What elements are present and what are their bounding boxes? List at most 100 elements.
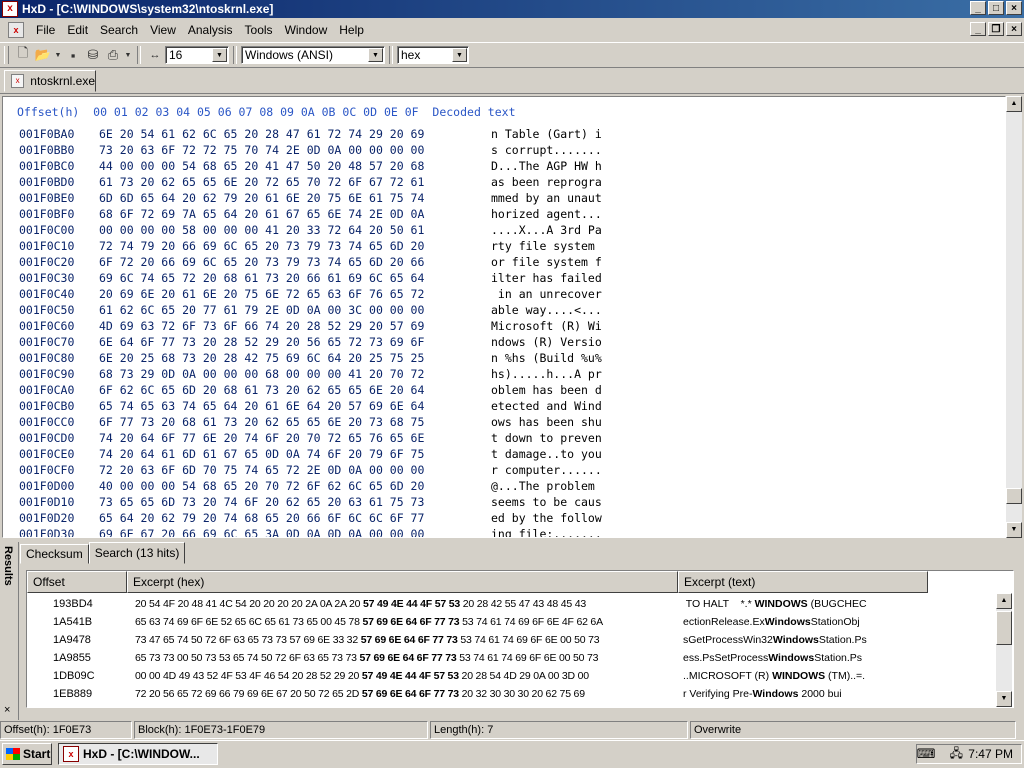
hex-row-offset[interactable]: 001F0C00 — [19, 223, 99, 237]
hex-row-text[interactable]: mmed by an unaut — [491, 191, 602, 205]
result-excerpt-text[interactable]: sGetProcessWin32WindowsStation.Ps — [678, 631, 988, 649]
close-button[interactable]: × — [1006, 1, 1022, 15]
hex-row-text[interactable]: ....X...A 3rd Pa — [491, 223, 602, 237]
hex-row-bytes[interactable]: 68 6F 72 69 7A 65 64 20 61 67 65 6E 74 2… — [99, 207, 491, 221]
hex-row[interactable]: 001F0BF0 68 6F 72 69 7A 65 64 20 61 67 65… — [19, 207, 602, 223]
hex-row-text[interactable]: in an unrecover — [491, 287, 602, 301]
search-result-row[interactable]: 193BD4 20 54 4F 20 48 41 4C 54 20 20 20 2… — [27, 595, 988, 613]
start-button[interactable]: Start — [2, 743, 52, 765]
hex-row-bytes[interactable]: 6E 64 6F 77 73 20 28 52 29 20 56 65 72 7… — [99, 335, 491, 349]
hex-row-offset[interactable]: 001F0CE0 — [19, 447, 99, 461]
hex-row[interactable]: 001F0C90 68 73 29 0D 0A 00 00 00 68 00 00… — [19, 367, 602, 383]
hex-row-bytes[interactable]: 6F 77 73 20 68 61 73 20 62 65 65 6E 20 7… — [99, 415, 491, 429]
new-file-icon[interactable]: 🗋 — [13, 45, 33, 65]
menu-edit[interactable]: Edit — [61, 21, 94, 39]
hex-row[interactable]: 001F0CE0 74 20 64 61 6D 61 67 65 0D 0A 74… — [19, 447, 602, 463]
search-results-list[interactable]: Offset Excerpt (hex) Excerpt (text) 193B… — [26, 570, 1014, 708]
hex-row-offset[interactable]: 001F0BC0 — [19, 159, 99, 173]
hex-row[interactable]: 001F0C50 61 62 6C 65 20 77 61 79 2E 0D 0A… — [19, 303, 602, 319]
hex-row-bytes[interactable]: 6D 6D 65 64 20 62 79 20 61 6E 20 75 6E 6… — [99, 191, 491, 205]
hex-row-offset[interactable]: 001F0CC0 — [19, 415, 99, 429]
hex-row[interactable]: 001F0C40 20 69 6E 20 61 6E 20 75 6E 72 65… — [19, 287, 602, 303]
hex-row-bytes[interactable]: 65 64 20 62 79 20 74 68 65 20 66 6F 6C 6… — [99, 511, 491, 525]
result-offset[interactable]: 1DB09C — [27, 667, 127, 685]
hex-row-text[interactable]: Microsoft (R) Wi — [491, 319, 602, 333]
column-excerpt-text[interactable]: Excerpt (text) — [678, 571, 928, 593]
dropdown-arrow-icon[interactable]: ▼ — [53, 45, 63, 65]
hex-row-offset[interactable]: 001F0C20 — [19, 255, 99, 269]
hxd-app-icon[interactable]: x — [2, 1, 18, 17]
chevron-down-icon[interactable]: ▼ — [212, 48, 227, 62]
hex-row[interactable]: 001F0C00 00 00 00 00 58 00 00 00 41 20 33… — [19, 223, 602, 239]
status-mode[interactable]: Overwrite — [690, 721, 1016, 739]
hex-row[interactable]: 001F0D00 40 00 00 00 54 68 65 20 70 72 6F… — [19, 479, 602, 495]
hex-row-bytes[interactable]: 69 6C 74 65 72 20 68 61 73 20 66 61 69 6… — [99, 271, 491, 285]
result-excerpt-text[interactable]: TO HALT *.* WINDOWS (BUGCHEC — [678, 595, 988, 613]
hex-row-offset[interactable]: 001F0BB0 — [19, 143, 99, 157]
hex-editor[interactable]: Offset(h) 00 01 02 03 04 05 06 07 08 09 … — [2, 96, 1006, 538]
taskbar-item-hxd[interactable]: x HxD - [C:\WINDOW... — [58, 743, 218, 765]
scroll-thumb[interactable] — [996, 611, 1012, 645]
hex-row[interactable]: 001F0BB0 73 20 63 6F 72 72 75 70 74 2E 0D… — [19, 143, 602, 159]
hex-row-bytes[interactable]: 6E 20 54 61 62 6C 65 20 28 47 61 72 74 2… — [99, 127, 491, 141]
hex-row-offset[interactable]: 001F0D30 — [19, 527, 99, 537]
hex-row-bytes[interactable]: 72 74 79 20 66 69 6C 65 20 73 79 73 74 6… — [99, 239, 491, 253]
hex-row-text[interactable]: etected and Wind — [491, 399, 602, 413]
hex-row[interactable]: 001F0C70 6E 64 6F 77 73 20 28 52 29 20 56… — [19, 335, 602, 351]
bytes-per-row-select[interactable]: 16 ▼ — [165, 46, 229, 64]
hex-row[interactable]: 001F0D10 73 65 65 6D 73 20 74 6F 20 62 65… — [19, 495, 602, 511]
result-excerpt-hex[interactable]: 00 00 4D 49 43 52 4F 53 4F 46 54 20 28 5… — [127, 667, 678, 685]
hex-row[interactable]: 001F0CB0 65 74 65 63 74 65 64 20 61 6E 64… — [19, 399, 602, 415]
hex-row[interactable]: 001F0C30 69 6C 74 65 72 20 68 61 73 20 66… — [19, 271, 602, 287]
hex-row[interactable]: 001F0D20 65 64 20 62 79 20 74 68 65 20 66… — [19, 511, 602, 527]
hex-row-offset[interactable]: 001F0BD0 — [19, 175, 99, 189]
hex-row-bytes[interactable]: 6F 62 6C 65 6D 20 68 61 73 20 62 65 65 6… — [99, 383, 491, 397]
hex-row-offset[interactable]: 001F0CF0 — [19, 463, 99, 477]
search-result-row[interactable]: 1A9855 65 73 73 00 50 73 53 65 74 50 72 6… — [27, 649, 988, 667]
maximize-button[interactable]: □ — [988, 1, 1004, 15]
search-result-row[interactable]: 1A9478 73 47 65 74 50 72 6F 63 65 73 73 5… — [27, 631, 988, 649]
result-excerpt-hex[interactable]: 73 47 65 74 50 72 6F 63 65 73 73 57 69 6… — [127, 631, 678, 649]
hex-row[interactable]: 001F0D30 69 6E 67 20 66 69 6C 65 3A 0D 0A… — [19, 527, 602, 537]
result-excerpt-hex[interactable]: 20 54 4F 20 48 41 4C 54 20 20 20 20 2A 0… — [127, 595, 678, 613]
hex-row-offset[interactable]: 001F0C30 — [19, 271, 99, 285]
hex-row-bytes[interactable]: 6F 72 20 66 69 6C 65 20 73 79 73 74 65 6… — [99, 255, 491, 269]
tab-ntoskrnl[interactable]: x ntoskrnl.exe — [4, 70, 96, 92]
scroll-down-arrow-icon[interactable]: ▼ — [1006, 522, 1022, 538]
hex-row-text[interactable]: horized agent... — [491, 207, 602, 221]
hex-row-bytes[interactable]: 74 20 64 61 6D 61 67 65 0D 0A 74 6F 20 7… — [99, 447, 491, 461]
hex-row[interactable]: 001F0BA0 6E 20 54 61 62 6C 65 20 28 47 61… — [19, 127, 602, 143]
hex-row-offset[interactable]: 001F0CB0 — [19, 399, 99, 413]
hex-row-bytes[interactable]: 61 62 6C 65 20 77 61 79 2E 0D 0A 00 3C 0… — [99, 303, 491, 317]
hex-row-bytes[interactable]: 40 00 00 00 54 68 65 20 70 72 6F 62 6C 6… — [99, 479, 491, 493]
hex-row-offset[interactable]: 001F0D00 — [19, 479, 99, 493]
close-icon[interactable]: × — [4, 704, 10, 716]
open-folder-icon[interactable]: 📂 — [33, 45, 53, 65]
hex-row[interactable]: 001F0CF0 72 20 63 6F 6D 70 75 74 65 72 2E… — [19, 463, 602, 479]
hex-row-text[interactable]: r computer...... — [491, 463, 602, 477]
hex-row-offset[interactable]: 001F0C40 — [19, 287, 99, 301]
hex-row-offset[interactable]: 001F0BE0 — [19, 191, 99, 205]
hex-row[interactable]: 001F0CC0 6F 77 73 20 68 61 73 20 62 65 65… — [19, 415, 602, 431]
hex-row[interactable]: 001F0CD0 74 20 64 6F 77 6E 20 74 6F 20 70… — [19, 431, 602, 447]
hex-row-text[interactable]: as been reprogra — [491, 175, 602, 189]
hex-row-text[interactable]: ilter has failed — [491, 271, 602, 285]
column-excerpt-hex[interactable]: Excerpt (hex) — [127, 571, 678, 593]
hex-row[interactable]: 001F0CA0 6F 62 6C 65 6D 20 68 61 73 20 62… — [19, 383, 602, 399]
hex-row-bytes[interactable]: 73 20 63 6F 72 72 75 70 74 2E 0D 0A 00 0… — [99, 143, 491, 157]
tab-search-hits[interactable]: Search (13 hits) — [88, 542, 186, 564]
result-excerpt-hex[interactable]: 65 73 73 00 50 73 53 65 74 50 72 6F 63 6… — [127, 649, 678, 667]
document-icon[interactable]: x — [8, 22, 24, 38]
result-excerpt-text[interactable]: ..MICROSOFT (R) WINDOWS (TM)..=. — [678, 667, 988, 685]
hex-row-offset[interactable]: 001F0C10 — [19, 239, 99, 253]
result-excerpt-text[interactable]: ectionRelease.ExWindowsStationObj — [678, 613, 988, 631]
hex-row-text[interactable]: seems to be caus — [491, 495, 602, 509]
menu-search[interactable]: Search — [94, 21, 144, 39]
menu-file[interactable]: File — [30, 21, 61, 39]
dropdown-arrow-icon[interactable]: ▼ — [123, 45, 133, 65]
result-excerpt-text[interactable]: ess.PsSetProcessWindowsStation.Ps — [678, 649, 988, 667]
hex-row-bytes[interactable]: 65 74 65 63 74 65 64 20 61 6E 64 20 57 6… — [99, 399, 491, 413]
menu-tools[interactable]: Tools — [239, 21, 279, 39]
display-mode-select[interactable]: hex ▼ — [397, 46, 469, 64]
network-icon[interactable]: 🖧 — [948, 744, 964, 765]
